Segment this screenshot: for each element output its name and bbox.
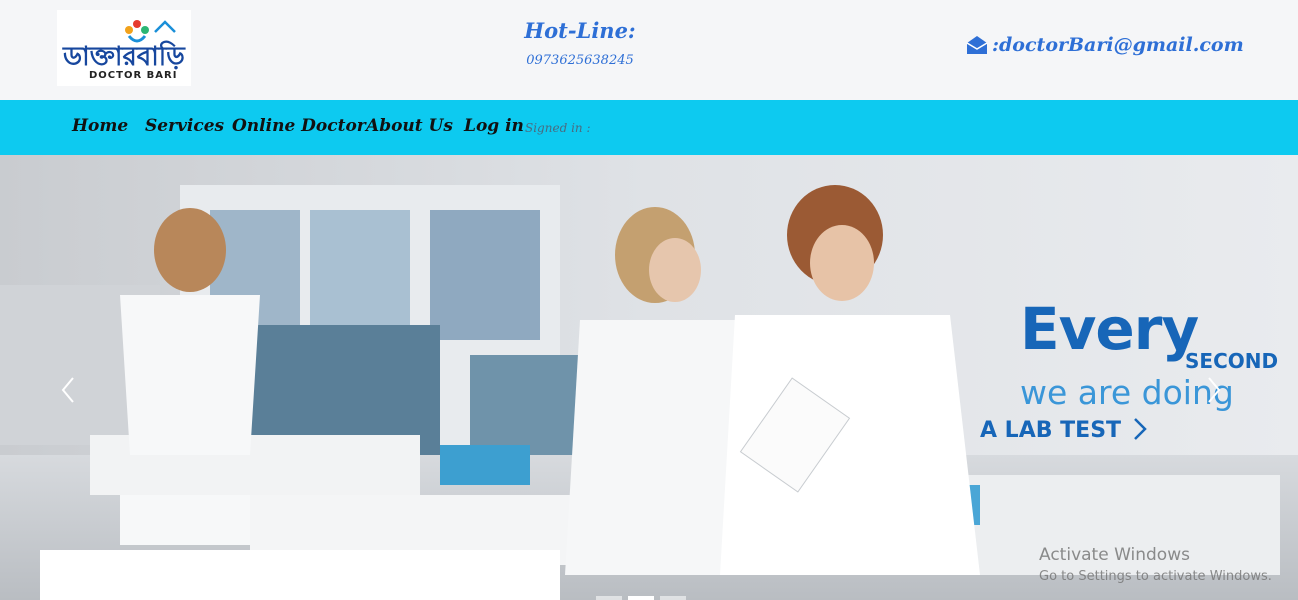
hero-carousel: Every SECOND we are doing A LAB TEST Act… <box>0 155 1298 600</box>
activate-windows-watermark: Activate Windows Go to Settings to activ… <box>1039 545 1272 584</box>
slogan-doing: we are doing <box>1020 373 1234 412</box>
hotline-title: Hot-Line: <box>524 18 636 43</box>
main-navbar: Home Services Online Doctor About Us Log… <box>0 100 1298 155</box>
hotline-number[interactable]: 0973625638245 <box>500 53 660 68</box>
carousel-prev-button[interactable] <box>58 375 78 409</box>
signed-in-status: Signed in : <box>525 121 591 135</box>
carousel-indicator-3[interactable] <box>660 596 686 600</box>
nav-about-us[interactable]: About Us <box>366 116 453 136</box>
slogan-second: SECOND <box>1185 349 1279 373</box>
chevron-right-icon <box>1208 377 1221 403</box>
nav-log-in[interactable]: Log in <box>464 116 524 136</box>
watermark-line2: Go to Settings to activate Windows. <box>1039 569 1272 584</box>
envelope-open-icon <box>966 36 988 54</box>
svg-text:ডাক্তারবাড়ি: ডাক্তারবাড়ি <box>62 40 186 72</box>
email-block[interactable]: :doctorBari@gmail.com <box>966 34 1244 56</box>
doctor-bari-logo[interactable]: ডাক্তারবাড়ি DOCTOR BARI <box>57 10 191 86</box>
svg-text:DOCTOR BARI: DOCTOR BARI <box>89 70 177 81</box>
nav-online-doctor[interactable]: Online Doctor <box>232 116 366 136</box>
chevron-right-small-icon <box>1133 418 1147 440</box>
carousel-indicator-1[interactable] <box>596 596 622 600</box>
carousel-indicators <box>596 596 686 600</box>
site-header: ডাক্তারবাড়ি DOCTOR BARI Hot-Line: 09736… <box>0 0 1298 100</box>
slogan-lab-test: A LAB TEST <box>980 417 1147 443</box>
carousel-next-button[interactable] <box>1204 375 1224 409</box>
logo-graphic: ডাক্তারবাড়ি DOCTOR BARI <box>57 10 191 86</box>
slogan-lab-text: A LAB TEST <box>980 418 1122 443</box>
slogan-every: Every <box>1020 295 1199 363</box>
carousel-indicator-2[interactable] <box>628 596 654 600</box>
chevron-left-icon <box>61 377 74 403</box>
nav-home[interactable]: Home <box>72 116 128 136</box>
email-address[interactable]: :doctorBari@gmail.com <box>992 34 1244 56</box>
hotline-block: Hot-Line: 0973625638245 <box>500 18 660 68</box>
nav-services[interactable]: Services <box>145 116 224 136</box>
watermark-line1: Activate Windows <box>1039 545 1190 565</box>
